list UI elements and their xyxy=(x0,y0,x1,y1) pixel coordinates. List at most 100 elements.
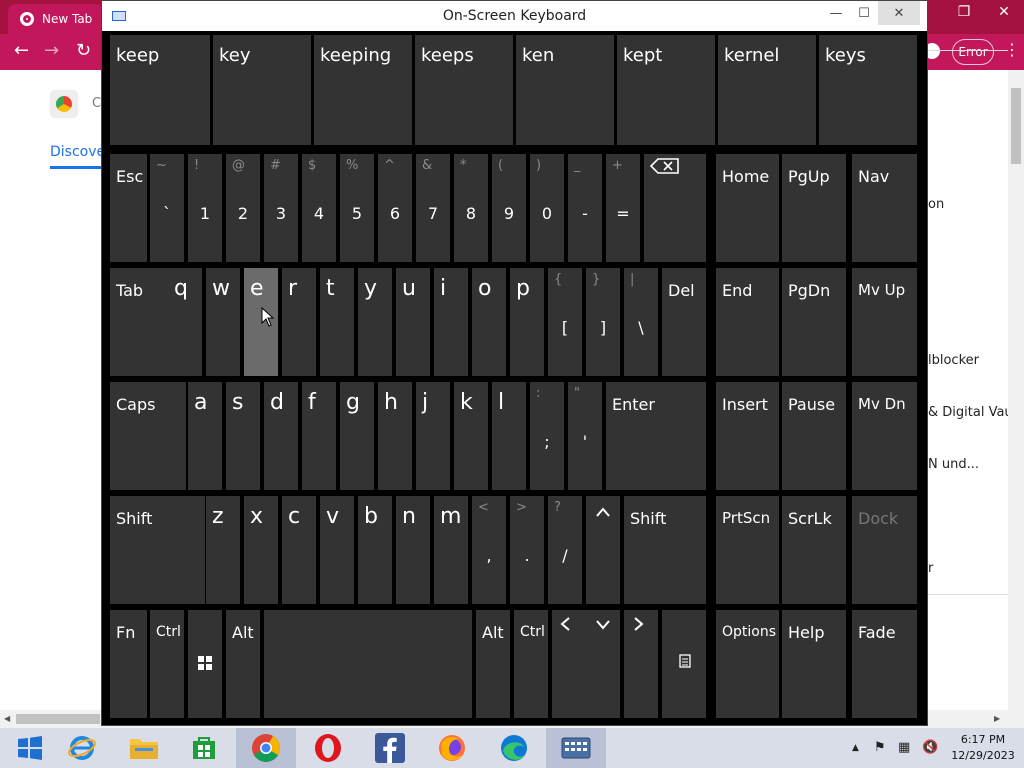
browser-tab-new-tab[interactable]: New Tab xyxy=(8,4,104,34)
show-hidden-icons[interactable]: ▲ xyxy=(852,743,859,753)
vertical-scroll-thumb[interactable] xyxy=(1011,88,1021,164)
minus-key[interactable]: _ - xyxy=(568,154,602,262)
insert-key[interactable]: Insert xyxy=(716,382,779,490)
network-icon[interactable]: ▦ xyxy=(898,740,910,755)
key-2[interactable]: @2 xyxy=(226,154,260,262)
taskbar-facebook[interactable] xyxy=(360,728,420,768)
taskbar-on-screen-keyboard[interactable] xyxy=(546,728,606,768)
prediction-key[interactable]: kept xyxy=(617,35,715,145)
nav-key[interactable]: Nav xyxy=(852,154,917,262)
side-item-text[interactable]: N und... xyxy=(928,457,979,472)
pause-key[interactable]: Pause xyxy=(782,382,846,490)
shift-left-key[interactable]: Shift xyxy=(110,496,205,604)
volume-muted-icon[interactable]: 🔇 xyxy=(922,740,938,755)
key-5[interactable]: % 5 xyxy=(340,154,374,262)
backslash-key[interactable]: | \ xyxy=(624,268,658,376)
key-4[interactable]: $4 xyxy=(302,154,336,262)
alt-left-key[interactable]: Alt xyxy=(226,610,260,718)
key-r[interactable]: r xyxy=(282,268,316,376)
prediction-key[interactable]: key xyxy=(213,35,311,145)
vertical-scrollbar[interactable] xyxy=(1008,70,1024,710)
side-item-text[interactable]: r xyxy=(928,561,933,576)
key-h[interactable]: h xyxy=(378,382,412,490)
prediction-key[interactable]: keys xyxy=(819,35,917,145)
left-arrow-key[interactable] xyxy=(552,610,586,718)
down-arrow-key[interactable] xyxy=(586,610,620,718)
scroll-left-icon[interactable]: ◀ xyxy=(4,714,10,723)
key-i[interactable]: i xyxy=(434,268,468,376)
prediction-key[interactable]: keep xyxy=(110,35,210,145)
key-d[interactable]: d xyxy=(264,382,298,490)
side-item-text[interactable]: lblocker xyxy=(928,353,979,368)
right-arrow-key[interactable] xyxy=(624,610,658,718)
windows-key[interactable] xyxy=(188,610,222,718)
taskbar-file-explorer[interactable] xyxy=(114,728,174,768)
pgup-key[interactable]: PgUp xyxy=(782,154,846,262)
key-o[interactable]: o xyxy=(472,268,506,376)
start-button[interactable] xyxy=(0,728,60,768)
osk-titlebar[interactable]: On-Screen Keyboard — ☐ ✕ xyxy=(102,1,927,31)
taskbar-edge[interactable] xyxy=(484,728,544,768)
key-0[interactable]: ) 0 xyxy=(530,154,564,262)
system-clock[interactable]: 6:17 PM 12/29/2023 xyxy=(948,732,1018,764)
key-l[interactable]: l xyxy=(492,382,526,490)
key-k[interactable]: k xyxy=(454,382,488,490)
taskbar-opera[interactable] xyxy=(298,728,358,768)
equals-key[interactable]: + = xyxy=(606,154,640,262)
tab-key[interactable]: Tab xyxy=(110,268,177,376)
key-p[interactable]: p xyxy=(510,268,544,376)
period-key[interactable]: >. xyxy=(510,496,544,604)
key-7[interactable]: & 7 xyxy=(416,154,450,262)
enter-key[interactable]: Enter xyxy=(606,382,706,490)
key-v[interactable]: v xyxy=(320,496,354,604)
horizontal-scroll-thumb[interactable] xyxy=(16,714,100,724)
side-item-text[interactable]: & Digital Vaul xyxy=(928,405,1016,420)
key-q[interactable]: q xyxy=(168,268,202,376)
fn-key[interactable]: Fn xyxy=(110,610,147,718)
forward-icon[interactable]: → xyxy=(44,40,59,61)
browser-restore-icon[interactable]: ❐ xyxy=(944,0,984,24)
prediction-key[interactable]: keeping xyxy=(314,35,412,145)
prediction-key[interactable]: kernel xyxy=(718,35,816,145)
ctrl-left-key[interactable]: Ctrl xyxy=(150,610,184,718)
help-key[interactable]: Help xyxy=(782,610,846,718)
close-button[interactable]: ✕ xyxy=(878,1,920,25)
prtscn-key[interactable]: PrtScn xyxy=(716,496,779,604)
browser-close-icon[interactable]: ✕ xyxy=(984,0,1024,24)
del-key[interactable]: Del xyxy=(662,268,706,376)
taskbar-firefox[interactable] xyxy=(422,728,482,768)
key-y[interactable]: y xyxy=(358,268,392,376)
fade-key[interactable]: Fade xyxy=(852,610,917,718)
key-n[interactable]: n xyxy=(396,496,430,604)
comma-key[interactable]: <, xyxy=(472,496,506,604)
taskbar-internet-explorer[interactable] xyxy=(52,728,112,768)
key-3[interactable]: #3 xyxy=(264,154,298,262)
key-8[interactable]: * 8 xyxy=(454,154,488,262)
key-f[interactable]: f xyxy=(302,382,336,490)
key-c[interactable]: c xyxy=(282,496,316,604)
backspace-key[interactable] xyxy=(644,154,706,262)
key-6[interactable]: ^ 6 xyxy=(378,154,412,262)
space-key[interactable] xyxy=(264,610,472,718)
prediction-key[interactable]: keeps xyxy=(415,35,513,145)
key-m[interactable]: m xyxy=(434,496,468,604)
flag-icon[interactable]: ⚑ xyxy=(874,740,886,755)
up-arrow-key[interactable] xyxy=(586,496,620,604)
key-j[interactable]: j xyxy=(416,382,450,490)
end-key[interactable]: End xyxy=(716,268,779,376)
prediction-key[interactable]: ken xyxy=(516,35,614,145)
back-icon[interactable]: ← xyxy=(14,40,29,61)
reload-icon[interactable]: ↻ xyxy=(76,40,91,61)
dock-key[interactable]: Dock xyxy=(852,496,917,604)
close-bracket-key[interactable]: }] xyxy=(586,268,620,376)
maximize-button[interactable]: ☐ xyxy=(849,1,879,25)
key-t[interactable]: t xyxy=(320,268,354,376)
ctrl-right-key[interactable]: Ctrl xyxy=(514,610,548,718)
esc-key[interactable]: Esc xyxy=(110,154,147,262)
key-g[interactable]: g xyxy=(340,382,374,490)
key-b[interactable]: b xyxy=(358,496,392,604)
key-a[interactable]: a xyxy=(188,382,222,490)
shift-right-key[interactable]: Shift xyxy=(624,496,706,604)
quote-key[interactable]: " ' xyxy=(568,382,602,490)
key-1[interactable]: ! 1 xyxy=(188,154,222,262)
